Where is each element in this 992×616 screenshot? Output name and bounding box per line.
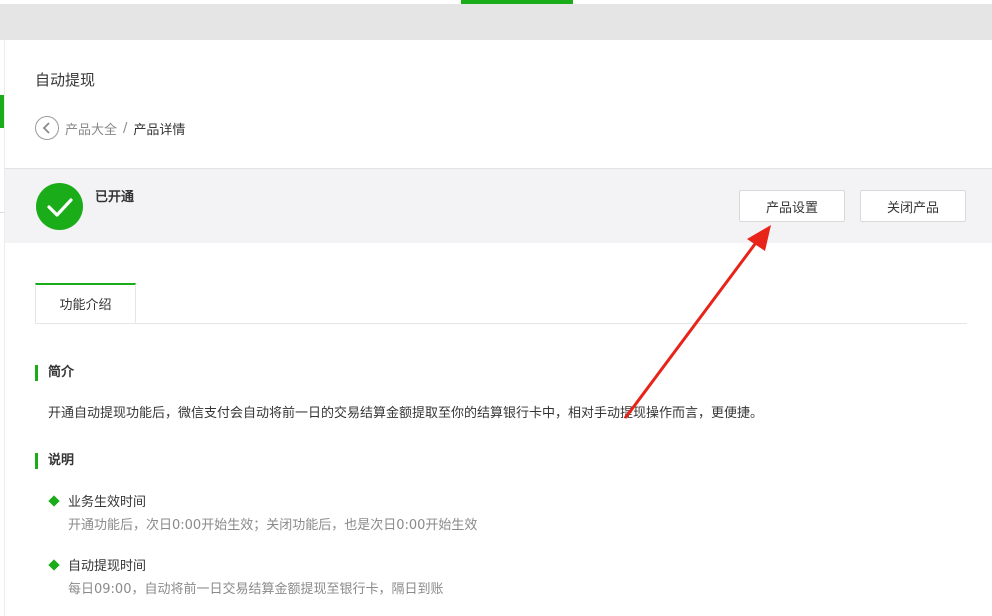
top-bar	[0, 0, 992, 40]
intro-text: 开通自动提现功能后，微信支付会自动将前一日的交易结算金额提取至你的结算银行卡中，…	[48, 406, 764, 421]
product-settings-button[interactable]: 产品设置	[739, 190, 845, 222]
sidebar-divider	[0, 212, 4, 213]
tab-feature-intro[interactable]: 功能介绍	[35, 283, 136, 323]
top-nav-active-indicator	[461, 0, 573, 4]
chevron-left-icon	[42, 122, 50, 134]
check-circle-icon	[36, 183, 83, 230]
tab-bar: 功能介绍	[35, 283, 967, 324]
annotation-arrow-shaft	[624, 238, 760, 419]
list-item-desc: 每日09:00，自动将前一日交易结算金额提现至银行卡，隔日到账	[68, 582, 444, 597]
notes-heading: 说明	[35, 453, 74, 469]
back-button[interactable]	[35, 116, 59, 140]
sidebar-active-indicator	[0, 95, 4, 128]
diamond-bullet-icon	[48, 559, 60, 571]
list-item-title: 自动提现时间	[68, 559, 147, 574]
breadcrumb-parent-link[interactable]: 产品大全	[65, 119, 117, 138]
status-label: 已开通	[95, 190, 135, 205]
left-divider	[4, 40, 5, 616]
close-product-button[interactable]: 关闭产品	[860, 190, 966, 222]
breadcrumb-separator: /	[123, 120, 128, 136]
breadcrumb-current: 产品详情	[133, 122, 186, 138]
page-title: 自动提现	[35, 71, 96, 89]
diamond-bullet-icon	[48, 495, 60, 507]
breadcrumb: 产品大全 / 产品详情	[35, 115, 185, 141]
status-panel: 已开通 产品设置 关闭产品	[5, 168, 992, 243]
intro-heading: 简介	[35, 365, 74, 381]
checkmark-icon	[46, 197, 73, 217]
list-item-title: 业务生效时间	[68, 495, 147, 510]
list-item-desc: 开通功能后，次日0:00开始生效；关闭功能后，也是次日0:00开始生效	[68, 518, 478, 533]
